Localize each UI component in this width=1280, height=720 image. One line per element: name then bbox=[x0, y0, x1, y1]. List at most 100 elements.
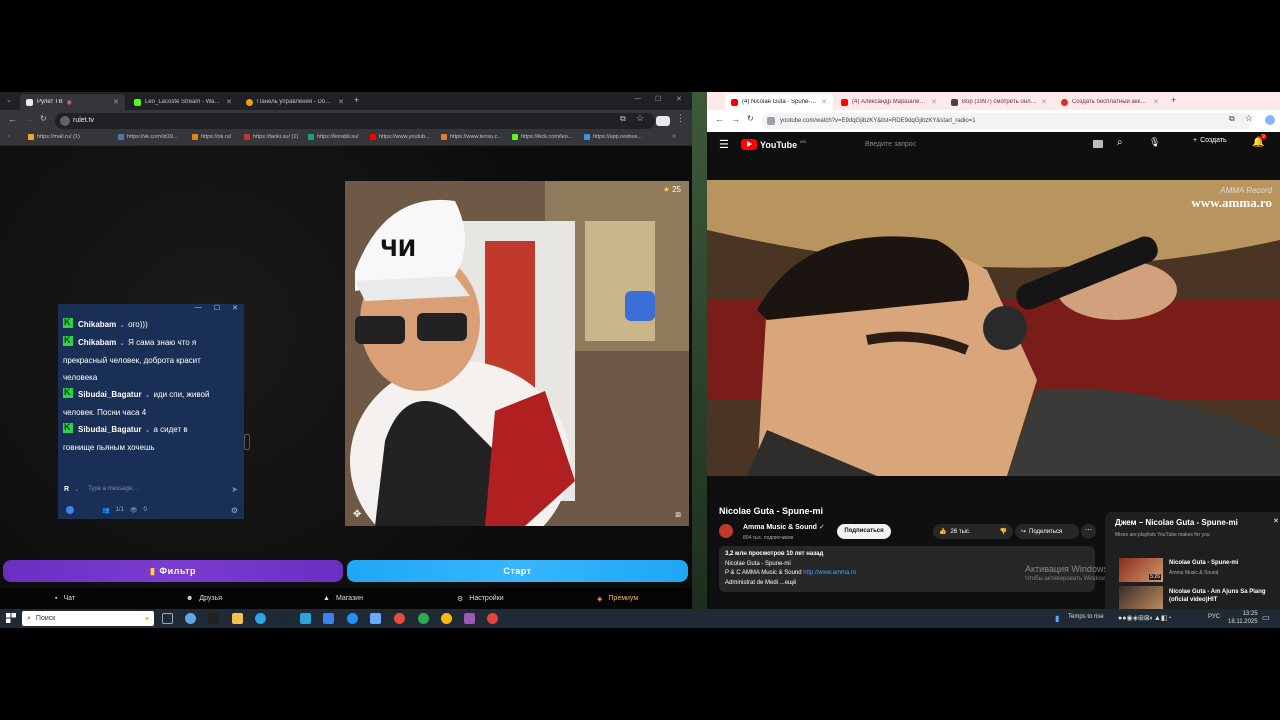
microphone-icon[interactable]: 🎙 bbox=[1149, 137, 1160, 148]
url-field[interactable]: rulet.tv bbox=[55, 113, 655, 129]
more-bookmarks-icon[interactable]: » bbox=[672, 133, 676, 140]
chevron-down-icon[interactable]: ⌄ bbox=[145, 427, 151, 434]
extension-icon[interactable] bbox=[656, 116, 670, 126]
close-tab-icon[interactable]: ✕ bbox=[113, 98, 119, 106]
back-icon[interactable]: ← bbox=[8, 114, 17, 124]
chevron-down-icon[interactable]: ⌄ bbox=[74, 486, 79, 493]
new-tab-button[interactable]: + bbox=[354, 95, 359, 105]
bookmark-star-icon[interactable]: ☆ bbox=[1245, 113, 1253, 124]
move-icon[interactable]: ✥ bbox=[353, 509, 361, 520]
send-icon[interactable]: ➤ bbox=[231, 485, 238, 494]
url-field[interactable]: youtube.com/watch?v=E9dqGjibzKY&list=RDE… bbox=[762, 113, 1252, 129]
chat-resize-handle[interactable] bbox=[244, 434, 250, 450]
close-tab-icon[interactable]: ✕ bbox=[1153, 98, 1159, 106]
tab-vor-film[interactable]: Вор (1997) смотреть онлайн б... ✕ bbox=[945, 94, 1053, 110]
chat-username[interactable]: Chikabam bbox=[78, 338, 116, 347]
chat-input[interactable]: Type a message... bbox=[88, 486, 137, 492]
chat-minimize-icon[interactable]: — bbox=[195, 304, 202, 316]
chat-close-icon[interactable]: ✕ bbox=[232, 304, 238, 316]
close-tab-icon[interactable]: ✕ bbox=[1041, 98, 1047, 106]
dislike-icon[interactable]: 👎 bbox=[1000, 528, 1007, 535]
file-explorer-icon[interactable] bbox=[232, 613, 243, 624]
close-tab-icon[interactable]: ✕ bbox=[821, 98, 827, 106]
chevron-down-icon[interactable]: ⌄ bbox=[145, 392, 151, 399]
tab-youtube-marshal[interactable]: (4) Александр Маршалемый с... ✕ bbox=[835, 94, 943, 110]
close-tab-icon[interactable]: ✕ bbox=[226, 98, 232, 106]
filter-button[interactable]: ▮ Фильтр bbox=[3, 560, 343, 582]
taskbar-search[interactable]: ⌕ Поиск ✦ bbox=[22, 611, 154, 626]
reload-icon[interactable]: ↻ bbox=[747, 114, 754, 123]
playlist-item-title[interactable]: Nicolae Guta - Spune-mi bbox=[1169, 560, 1238, 566]
chat-username[interactable]: Sibudai_Bagatur bbox=[78, 425, 142, 434]
bookmark-tensu[interactable]: https://www.tensu.c... bbox=[441, 134, 502, 140]
user-avatar[interactable]: R bbox=[64, 486, 69, 493]
forward-icon[interactable]: → bbox=[24, 114, 33, 124]
chat-maximize-icon[interactable]: ☐ bbox=[214, 304, 220, 316]
chrome-icon[interactable] bbox=[418, 613, 429, 624]
playlist-item-title[interactable]: Nicolae Guta - Am Ajuns Sa Plang (oficia… bbox=[1169, 588, 1277, 604]
share-button[interactable]: ↪ Поделиться bbox=[1015, 524, 1079, 539]
app-icon[interactable] bbox=[394, 613, 405, 624]
chat-username[interactable]: Chikabam bbox=[78, 320, 116, 329]
bookmark-korabli[interactable]: https://korabli.su/ bbox=[308, 134, 359, 140]
close-tab-icon[interactable]: ✕ bbox=[338, 98, 344, 106]
video-player[interactable]: AMMA Record www.amma.ro bbox=[707, 180, 1280, 476]
store-icon[interactable] bbox=[323, 613, 334, 624]
steam-icon[interactable] bbox=[278, 613, 289, 624]
nav-chat[interactable]: ▪ Чат bbox=[55, 595, 75, 602]
create-button[interactable]: + Создать bbox=[1193, 137, 1227, 144]
bookmark-vk[interactable]: https://vk.com/id19... bbox=[118, 134, 177, 140]
telegram-icon[interactable] bbox=[300, 613, 311, 624]
terminal-icon[interactable] bbox=[208, 613, 219, 624]
chevron-down-icon[interactable]: ⌄ bbox=[119, 322, 125, 329]
app-icon[interactable] bbox=[464, 613, 475, 624]
channel-avatar[interactable] bbox=[719, 524, 733, 538]
settings-badge-icon[interactable] bbox=[66, 506, 74, 514]
menu-dots-icon[interactable]: ⋮ bbox=[676, 113, 685, 124]
playlist-thumbnail[interactable] bbox=[1119, 586, 1163, 609]
bookmark-ok[interactable]: https://ok.ru/ bbox=[192, 134, 231, 140]
close-tab-icon[interactable]: ✕ bbox=[931, 98, 937, 106]
chrome-icon[interactable] bbox=[487, 613, 498, 624]
tab-create-account[interactable]: Создать бесплатный аккаунт ... ✕ bbox=[1055, 94, 1165, 110]
minimize-button[interactable]: — bbox=[634, 95, 641, 102]
chrome-icon[interactable] bbox=[441, 613, 452, 624]
start-button[interactable]: Старт bbox=[347, 560, 688, 582]
app-icon[interactable] bbox=[347, 613, 358, 624]
bookmark-star-icon[interactable]: ☆ bbox=[636, 113, 644, 124]
site-info-icon[interactable] bbox=[60, 116, 70, 126]
bookmark-restream[interactable]: https://app.restrea... bbox=[584, 134, 642, 140]
playlist-thumbnail[interactable]: 5:26 bbox=[1119, 558, 1163, 582]
gear-icon[interactable]: ⚙ bbox=[231, 506, 238, 515]
bookmark-tanki[interactable]: https://tanki.su/ (1) bbox=[244, 134, 298, 140]
nav-premium[interactable]: ◈ Премиум bbox=[597, 595, 638, 603]
app-icon[interactable] bbox=[370, 613, 381, 624]
close-window-button[interactable]: ✕ bbox=[676, 95, 682, 103]
keyboard-icon[interactable] bbox=[1093, 140, 1103, 148]
bookmark-kick[interactable]: https://kick.com/leo... bbox=[512, 134, 572, 140]
install-app-icon[interactable]: ⧉ bbox=[620, 114, 626, 124]
notification-center-icon[interactable]: ▭ bbox=[1262, 613, 1270, 622]
language-indicator[interactable]: РУС bbox=[1208, 614, 1220, 620]
clock[interactable]: 13:25 18.11.2025 bbox=[1228, 610, 1258, 626]
edge-icon[interactable] bbox=[255, 613, 266, 624]
tab-youtube-guta[interactable]: (4) Nicolae Guta - Spune-mi - Y... ✕ bbox=[725, 94, 833, 110]
channel-name-row[interactable]: Amma Music & Sound ✓ bbox=[743, 523, 825, 531]
site-info-icon[interactable] bbox=[767, 117, 775, 125]
subscribe-button[interactable]: Подписаться bbox=[837, 524, 891, 539]
reload-icon[interactable]: ↻ bbox=[40, 114, 47, 123]
search-input[interactable]: Введите запрос bbox=[865, 141, 916, 148]
chat-input-row[interactable]: R ⌄ Type a message... ➤ bbox=[58, 481, 244, 497]
tab-rulet[interactable]: Рулет ТВ ◉ ✕ bbox=[20, 94, 125, 110]
maximize-button[interactable]: ☐ bbox=[655, 95, 661, 103]
copilot-app-icon[interactable] bbox=[185, 613, 196, 624]
weather-text[interactable]: Temps to rise bbox=[1068, 614, 1104, 620]
tab-leo-stream[interactable]: Leo_Lacoste Stream - Watch Li... ✕ bbox=[128, 94, 238, 110]
bookmark-mail[interactable]: https://mail.ru/ (1) bbox=[28, 134, 80, 140]
close-panel-icon[interactable]: ✕ bbox=[1273, 517, 1279, 525]
apps-icon[interactable]: › bbox=[8, 133, 10, 140]
youtube-logo[interactable]: YouTube MD bbox=[741, 139, 806, 150]
tray-icons[interactable]: ●●◉◈⊞⊠◐▲◧◔ bbox=[1118, 614, 1172, 622]
tab-donation-panel[interactable]: Панель управления - Donatio... ✕ bbox=[240, 94, 350, 110]
description-link[interactable]: http://www.amma.ro bbox=[803, 570, 856, 576]
